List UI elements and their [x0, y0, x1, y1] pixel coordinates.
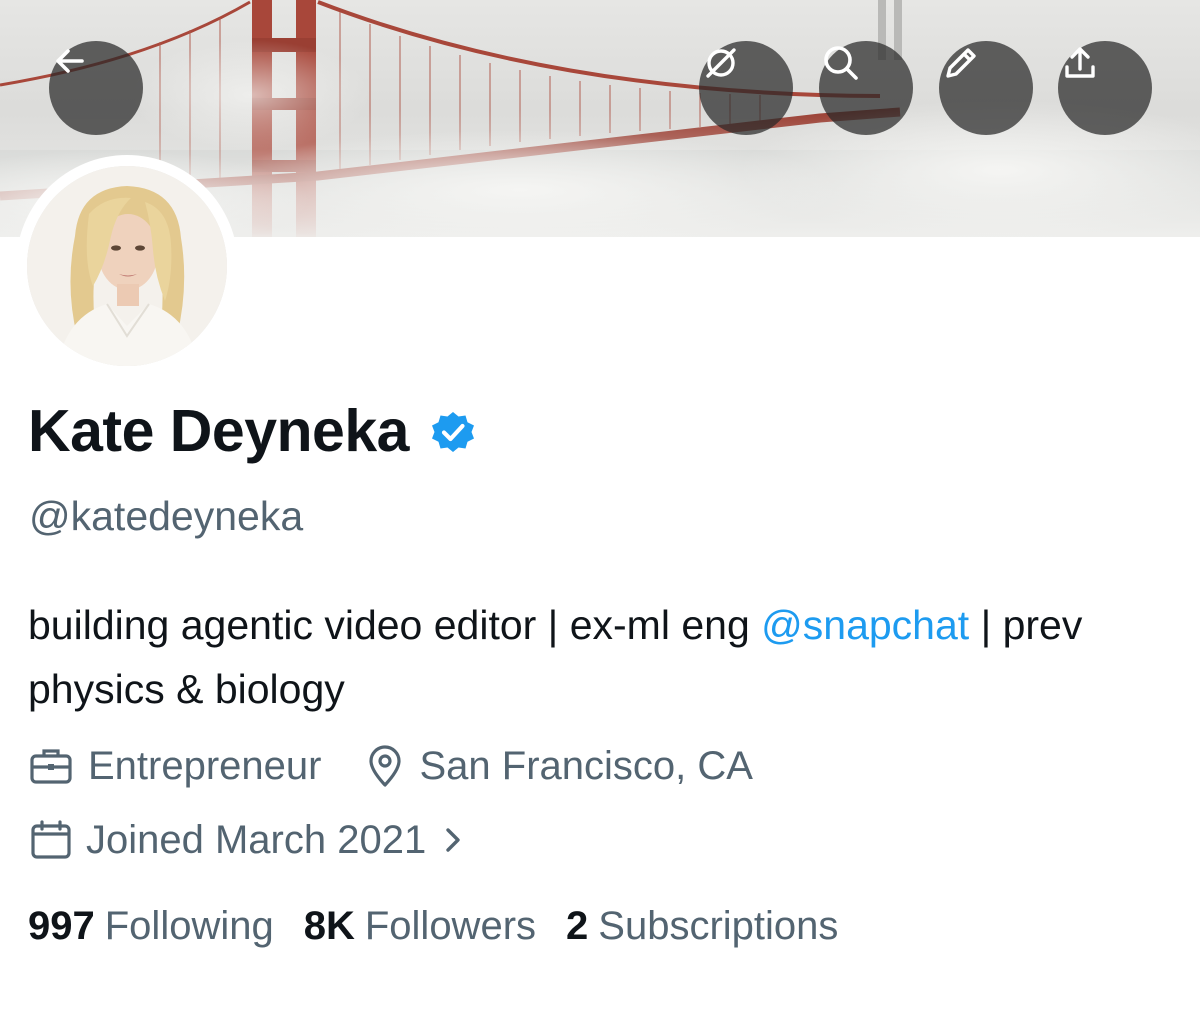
bio-mention-link[interactable]: @snapchat — [761, 602, 969, 648]
briefcase-icon — [30, 749, 72, 784]
location-text: San Francisco, CA — [419, 744, 753, 788]
joined-date-text: Joined March 2021 — [86, 818, 427, 862]
joined-date-row[interactable]: Joined March 2021 — [28, 819, 466, 861]
location-item: San Francisco, CA — [365, 744, 753, 788]
subscriptions-link[interactable]: 2 Subscriptions — [566, 906, 838, 946]
subscriptions-label: Subscriptions — [598, 904, 839, 948]
avatar-frame[interactable] — [16, 155, 238, 377]
profession-text: Entrepreneur — [88, 744, 322, 788]
username-handle: @katedeyneka — [29, 493, 304, 539]
search-button[interactable] — [819, 41, 913, 135]
followers-link[interactable]: 8K Followers — [304, 906, 536, 946]
following-count: 997 — [28, 904, 95, 948]
profile-stats: 997 Following 8K Followers 2 Subscriptio… — [28, 906, 868, 946]
subscriptions-count: 2 — [566, 904, 589, 948]
calendar-icon — [31, 820, 71, 859]
edit-button[interactable] — [939, 41, 1033, 135]
followers-label: Followers — [364, 904, 537, 948]
pencil-icon — [946, 48, 976, 78]
bio-text: building agentic video editor | ex-ml en… — [28, 602, 762, 648]
avatar[interactable] — [27, 166, 227, 366]
profile-meta-row: Entrepreneur San Francisco, CA — [28, 744, 753, 788]
profile-bio: building agentic video editor | ex-ml en… — [28, 593, 1178, 721]
avatar-portrait-image — [27, 166, 227, 366]
search-icon — [824, 46, 858, 80]
following-label: Following — [104, 904, 274, 948]
grok-icon — [706, 48, 736, 78]
share-icon — [1065, 47, 1095, 78]
back-button[interactable] — [49, 41, 143, 135]
grok-button[interactable] — [699, 41, 793, 135]
display-name: Kate Deyneka — [28, 398, 410, 464]
location-pin-icon — [369, 745, 402, 787]
back-arrow-icon — [56, 49, 84, 73]
followers-count: 8K — [303, 904, 355, 948]
verified-badge-icon[interactable] — [429, 408, 477, 456]
following-link[interactable]: 997 Following — [28, 906, 274, 946]
profession-item: Entrepreneur — [28, 746, 321, 786]
share-button[interactable] — [1058, 41, 1152, 135]
profile-name-row: Kate Deyneka — [28, 402, 477, 461]
chevron-right-icon — [446, 828, 460, 852]
